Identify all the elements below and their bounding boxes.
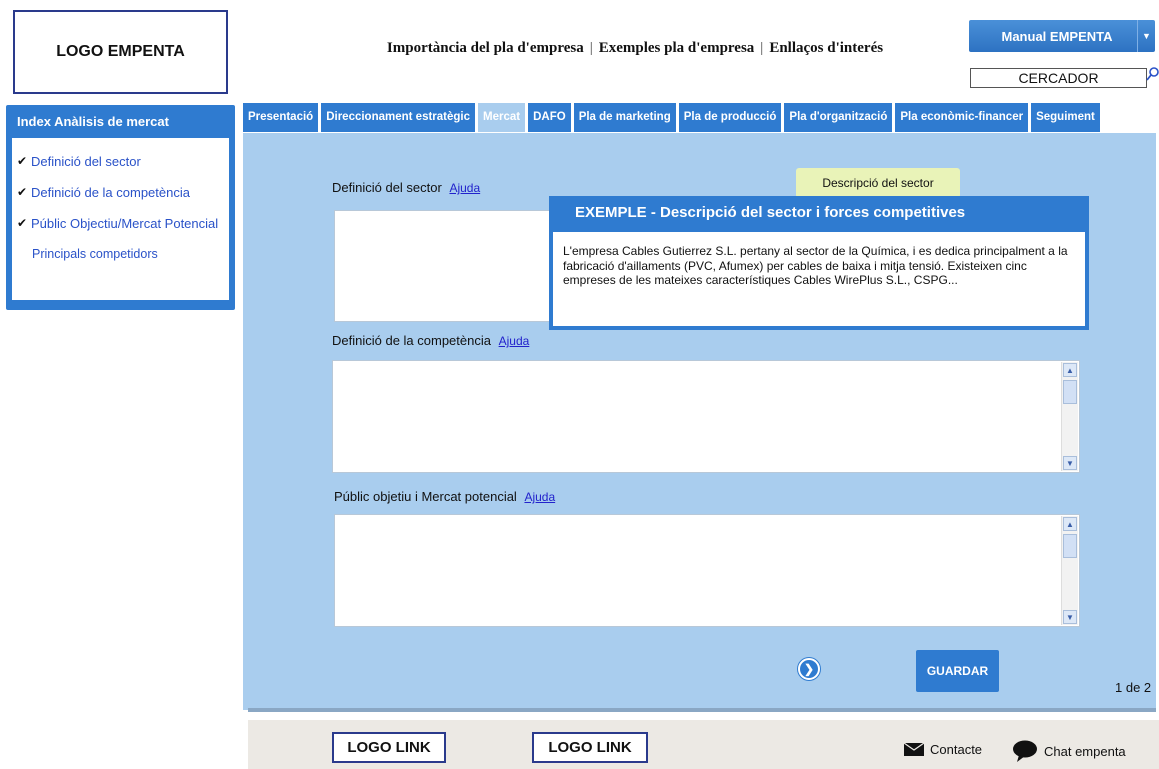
sector-field-label: Definició del sector Ajuda <box>332 180 480 195</box>
competence-field-label: Definició de la competència Ajuda <box>332 333 529 348</box>
checkmark-icon: ✔ <box>17 185 28 199</box>
sidebar-title: Index Anàlisis de mercat <box>17 114 169 129</box>
panel-shadow <box>248 708 1156 712</box>
public-field-label: Públic objetiu i Mercat potencial Ajuda <box>334 489 555 504</box>
manual-button-label: Manual EMPENTA <box>1001 28 1113 44</box>
sidebar-item-definicio-sector[interactable]: ✔ Definició del sector <box>12 154 229 185</box>
sidebar-item-principals-competidors[interactable]: Principals competidors <box>12 247 229 278</box>
nav-separator: | <box>760 40 764 56</box>
nav-link-exemples[interactable]: Exemples pla d'empresa <box>599 40 755 57</box>
logo[interactable]: LOGO EMPENTA <box>13 10 228 94</box>
footer-logo-link-1[interactable]: LOGO LINK <box>332 732 446 763</box>
scroll-down-icon[interactable]: ▼ <box>1063 456 1077 470</box>
help-link-sector[interactable]: Ajuda <box>449 181 480 195</box>
sidebar-item-label: Públic Objectiu/Mercat Potencial <box>31 216 219 231</box>
sector-tooltip: Descripció del sector <box>796 168 960 198</box>
manual-button[interactable]: Manual EMPENTA ▼ <box>969 20 1155 52</box>
example-title: EXEMPLE - Descripció del sector i forces… <box>549 196 1089 232</box>
competence-label-text: Definició de la competència <box>332 333 491 348</box>
nav-link-importancia[interactable]: Importància del pla d'empresa <box>387 40 584 57</box>
help-link-public[interactable]: Ajuda <box>524 490 555 504</box>
tab-pla-marketing[interactable]: Pla de marketing <box>573 103 676 132</box>
sidebar-item-label: Definició de la competència <box>31 185 190 200</box>
tab-dafo[interactable]: DAFO <box>528 103 571 132</box>
scroll-up-icon[interactable]: ▲ <box>1063 363 1077 377</box>
chat-label: Chat empenta <box>1044 743 1126 759</box>
top-nav: Importància del pla d'empresa | Exemples… <box>310 40 960 57</box>
example-body: L'empresa Cables Gutierrez S.L. pertany … <box>563 244 1068 287</box>
tab-presentacio[interactable]: Presentació <box>243 103 319 132</box>
sidebar-item-public-objectiu[interactable]: ✔ Públic Objectiu/Mercat Potencial <box>12 216 229 247</box>
checkmark-icon: ✔ <box>17 154 28 168</box>
help-link-competence[interactable]: Ajuda <box>499 334 530 348</box>
next-page-icon[interactable]: ❯ <box>798 658 820 680</box>
nav-link-enllacos[interactable]: Enllaços d'interés <box>769 40 883 57</box>
chat-bubble-icon <box>1013 740 1037 762</box>
nav-separator: | <box>589 40 593 56</box>
footer-logo-link-2[interactable]: LOGO LINK <box>532 732 648 763</box>
sector-textarea[interactable] <box>334 210 554 322</box>
search-icon[interactable] <box>1146 66 1159 82</box>
sector-label-text: Definició del sector <box>332 180 442 195</box>
envelope-icon <box>904 743 924 756</box>
contact-label: Contacte <box>930 742 983 757</box>
tab-seguiment[interactable]: Seguiment <box>1031 103 1100 132</box>
sidebar: Index Anàlisis de mercat ✔ Definició del… <box>6 105 235 310</box>
chevron-down-icon[interactable]: ▼ <box>1137 20 1155 52</box>
save-button[interactable]: GUARDAR <box>916 650 999 692</box>
tab-bar: Presentació Direccionament estratègic Me… <box>243 103 1100 132</box>
scroll-up-icon[interactable]: ▲ <box>1063 517 1077 531</box>
tab-mercat[interactable]: Mercat <box>478 103 526 132</box>
tab-pla-economic[interactable]: Pla econòmic-financer <box>895 103 1029 132</box>
search-input[interactable]: CERCADOR <box>970 68 1147 88</box>
public-label-text: Públic objetiu i Mercat potencial <box>334 489 517 504</box>
competence-textarea[interactable]: ▲ ▼ <box>332 360 1080 473</box>
tab-direccionament[interactable]: Direccionament estratègic <box>321 103 476 132</box>
scrollbar[interactable]: ▲ ▼ <box>1061 516 1078 625</box>
chat-link[interactable]: Chat empenta <box>1012 740 1126 762</box>
scroll-thumb[interactable] <box>1063 534 1077 558</box>
tab-pla-produccio[interactable]: Pla de producció <box>678 103 782 132</box>
contact-link[interactable]: Contacte <box>904 742 982 757</box>
example-popup: EXEMPLE - Descripció del sector i forces… <box>549 196 1089 330</box>
page-indicator: 1 de 2 <box>1115 680 1152 695</box>
sidebar-item-label: Principals competidors <box>32 247 158 261</box>
sidebar-item-definicio-competencia[interactable]: ✔ Definició de la competència <box>12 185 229 216</box>
scrollbar[interactable]: ▲ ▼ <box>1061 362 1078 471</box>
sidebar-list: ✔ Definició del sector ✔ Definició de la… <box>12 138 229 300</box>
tab-pla-organitzacio[interactable]: Pla d'organització <box>784 103 893 132</box>
checkmark-icon: ✔ <box>17 216 28 230</box>
public-textarea[interactable]: ▲ ▼ <box>334 514 1080 627</box>
scroll-thumb[interactable] <box>1063 380 1077 404</box>
sidebar-item-label: Definició del sector <box>31 154 141 169</box>
scroll-down-icon[interactable]: ▼ <box>1063 610 1077 624</box>
